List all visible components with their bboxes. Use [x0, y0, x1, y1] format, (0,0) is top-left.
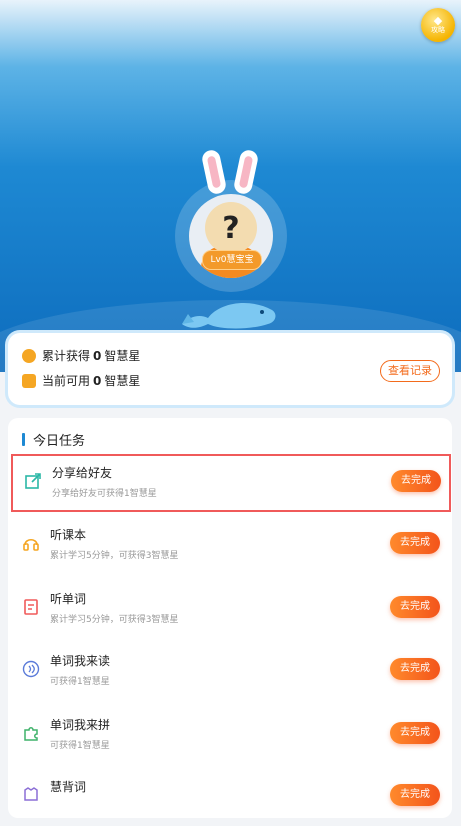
complete-button[interactable]: 去完成 [390, 596, 440, 618]
complete-button[interactable]: 去完成 [390, 532, 440, 554]
total-label: 累计获得 [42, 349, 91, 363]
tasks-title-text: 今日任务 [33, 434, 86, 449]
stats-card: 累计获得 0 智慧星 当前可用 0 智慧星 查看记录 [8, 333, 452, 405]
whale-icon [182, 303, 276, 329]
available-label: 当前可用 [42, 374, 91, 388]
guide-button[interactable]: ◆ 攻略 [421, 8, 455, 42]
tasks-title: 今日任务 [22, 430, 85, 449]
complete-button[interactable]: 去完成 [391, 470, 441, 492]
task-spell-words[interactable]: 单词我来拼 可获得1智慧星 去完成 [8, 706, 452, 764]
diamond-icon: ◆ [433, 14, 443, 27]
task-desc: 分享给好友可获得1智慧星 [52, 489, 157, 499]
headphones-icon [23, 538, 39, 551]
available-unit: 智慧星 [104, 374, 141, 388]
puzzle-icon [24, 727, 38, 741]
task-name: 单词我来读 [50, 654, 111, 668]
task-name: 慧背词 [50, 780, 87, 794]
task-desc: 可获得1智慧星 [50, 741, 110, 751]
daily-tasks-panel: 今日任务 分享给好友 分享给好友可获得1智慧星 去完成 听课本 累计学习5分钟，… [8, 418, 452, 818]
task-listen-textbook[interactable]: 听课本 累计学习5分钟，可获得3智慧星 去完成 [8, 516, 452, 574]
voice-icon [22, 660, 40, 678]
task-memorize-words[interactable]: 慧背词 去完成 [8, 768, 452, 826]
share-icon [25, 473, 41, 489]
guide-label: 攻略 [431, 26, 445, 34]
avatar-face: ? [205, 202, 257, 254]
chart-icon [22, 373, 36, 388]
task-desc: 累计学习5分钟，可获得3智慧星 [50, 551, 179, 561]
complete-button[interactable]: 去完成 [390, 784, 440, 806]
total-unit: 智慧星 [104, 349, 141, 363]
task-name: 单词我来拼 [50, 718, 111, 732]
complete-button[interactable]: 去完成 [390, 722, 440, 744]
coin-icon [22, 348, 36, 363]
task-share[interactable]: 分享给好友 分享给好友可获得1智慧星 去完成 [11, 454, 451, 512]
level-badge: Lv0慧宝宝 [202, 250, 262, 270]
word-card-icon [24, 599, 38, 615]
task-name: 分享给好友 [52, 466, 113, 480]
task-read-words[interactable]: 单词我来读 可获得1智慧星 去完成 [8, 642, 452, 700]
avatar-ring: ? [175, 180, 287, 292]
task-name: 听课本 [50, 528, 87, 542]
view-record-button[interactable]: 查看记录 [380, 360, 440, 382]
complete-button[interactable]: 去完成 [390, 658, 440, 680]
title-accent-bar [22, 433, 25, 446]
available-value: 0 [93, 373, 102, 388]
total-stars-row: 累计获得 0 智慧星 [22, 347, 140, 364]
task-desc: 累计学习5分钟，可获得3智慧星 [50, 615, 179, 625]
available-stars-row: 当前可用 0 智慧星 [22, 372, 140, 389]
hero-banner: ◆ 攻略 ? Lv0慧宝宝 [0, 0, 461, 372]
memory-icon [24, 787, 38, 801]
task-listen-words[interactable]: 听单词 累计学习5分钟，可获得3智慧星 去完成 [8, 580, 452, 638]
task-name: 听单词 [50, 592, 87, 606]
task-desc: 可获得1智慧星 [50, 677, 110, 687]
total-value: 0 [93, 348, 102, 363]
